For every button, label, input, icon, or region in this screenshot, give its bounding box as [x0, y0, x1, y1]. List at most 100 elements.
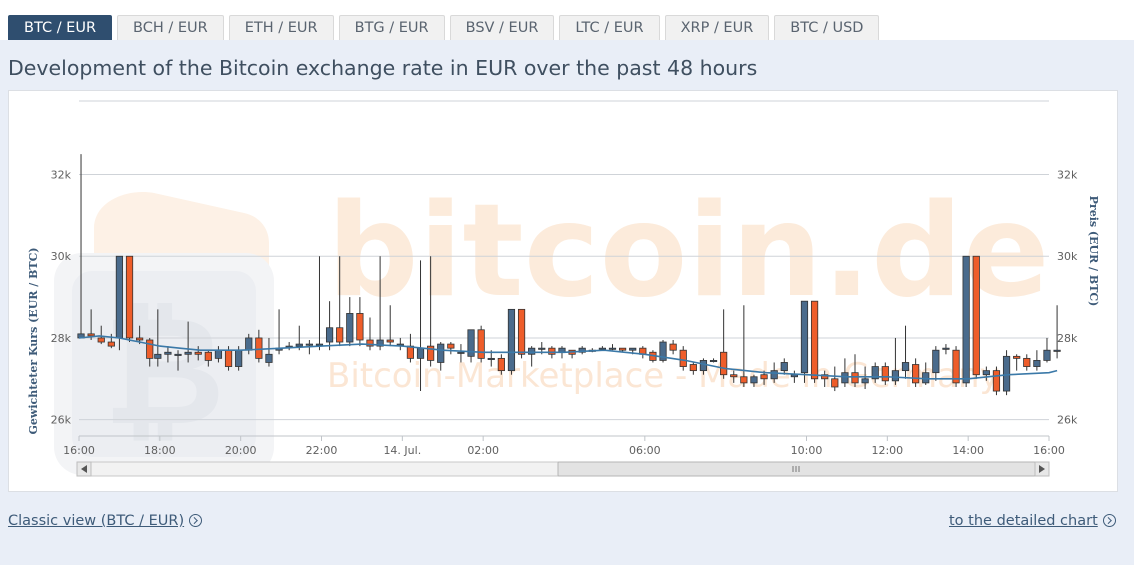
x-tick-label: 06:00	[629, 444, 661, 457]
x-tick-label: 22:00	[306, 444, 338, 457]
candle-body	[528, 347, 536, 355]
page-title: Development of the Bitcoin exchange rate…	[8, 56, 758, 80]
candle-body	[295, 343, 303, 347]
candle	[972, 255, 980, 379]
y-tick-label-left: 26k	[51, 414, 72, 427]
candle-body	[416, 347, 425, 359]
candle	[992, 366, 1001, 396]
candle-body	[770, 370, 778, 380]
tab-ltc-eur[interactable]: LTC / EUR	[559, 15, 660, 40]
candle	[1013, 354, 1021, 371]
tab-bch-eur[interactable]: BCH / EUR	[117, 15, 224, 40]
candle	[1023, 354, 1031, 371]
candle-body	[709, 360, 718, 363]
candle-body	[447, 343, 455, 349]
watermark-logo-icon: ₿	[54, 192, 274, 475]
y-tick-label-left: 28k	[51, 332, 72, 345]
candle-body	[125, 255, 134, 339]
x-tick-label: 10:00	[791, 444, 823, 457]
watermark-tagline: Bitcoin-Marketplace - Made in Germany!	[327, 356, 1013, 396]
candle	[659, 339, 667, 363]
candle-body	[780, 362, 788, 372]
chevron-right-circle-icon	[1102, 514, 1116, 527]
candle-body	[1033, 360, 1041, 367]
y-tick-label-right: 26k	[1057, 414, 1078, 427]
y-tick-label-right: 32k	[1057, 169, 1078, 182]
candle-body	[487, 357, 495, 360]
tab-btc-eur[interactable]: BTC / EUR	[8, 15, 113, 40]
x-tick-label: 14:00	[952, 444, 984, 457]
candle-body	[406, 345, 415, 359]
x-tick-label: 12:00	[871, 444, 903, 457]
candle-body	[87, 333, 95, 337]
candle	[1033, 350, 1041, 371]
x-tick-label: 02:00	[467, 444, 499, 457]
candle-body	[245, 337, 253, 351]
candle-body	[720, 351, 728, 376]
candle	[396, 337, 404, 351]
candle	[669, 339, 677, 355]
candle-body	[136, 337, 144, 341]
candle	[507, 308, 516, 375]
tab-eth-eur[interactable]: ETH / EUR	[228, 15, 334, 40]
candle-body	[356, 313, 364, 341]
candle-body	[750, 376, 758, 384]
candle-body	[507, 308, 516, 372]
candle-body	[235, 349, 243, 367]
candle-body	[881, 366, 889, 382]
candle-body	[265, 353, 273, 363]
candle-body	[689, 364, 697, 372]
candle-body	[184, 351, 192, 355]
x-tick-label: 16:00	[1033, 444, 1065, 457]
candle-body	[107, 341, 115, 347]
candle-body	[1053, 349, 1061, 352]
candle	[1043, 337, 1051, 363]
x-tick-label: 14. Jul.	[383, 444, 421, 457]
candle-body	[1013, 355, 1021, 359]
candle-body	[305, 343, 313, 346]
y-tick-label-left: 32k	[51, 169, 72, 182]
candle-body	[679, 349, 687, 367]
candle-body	[154, 353, 162, 359]
candle-body	[386, 339, 394, 343]
y-tick-label-right: 30k	[1057, 250, 1078, 263]
candle-body	[699, 360, 708, 372]
price-chart: ₿ bitcoin.de Bitcoin-Marketplace - Made …	[27, 100, 1100, 477]
x-tick-label: 16:00	[63, 444, 95, 457]
candle	[962, 255, 970, 387]
candle-body	[255, 337, 263, 359]
candle	[447, 342, 455, 355]
candle	[477, 325, 485, 363]
candle-body	[477, 329, 485, 359]
candle	[578, 346, 586, 355]
candle-body	[669, 343, 677, 351]
candle-body	[325, 327, 334, 343]
watermark: ₿ bitcoin.de Bitcoin-Marketplace - Made …	[54, 177, 1050, 475]
candle	[517, 308, 526, 359]
tab-btc-usd[interactable]: BTC / USD	[774, 15, 880, 40]
candle-body	[437, 343, 445, 363]
candle-body	[1023, 357, 1031, 367]
candle-body	[992, 370, 1001, 392]
candle-body	[517, 308, 526, 355]
candle-body	[214, 349, 223, 359]
navigator-scrollbar[interactable]	[76, 461, 1050, 477]
candle	[952, 346, 960, 387]
detailed-chart-link[interactable]: to the detailed chart	[949, 512, 1116, 529]
candle	[125, 255, 134, 343]
classic-view-link[interactable]: Classic view (BTC / EUR)	[8, 512, 203, 529]
candle-body	[164, 351, 172, 355]
candle-body	[608, 347, 617, 350]
candle-body	[497, 357, 505, 372]
candle-body	[962, 255, 970, 384]
tab-xrp-eur[interactable]: XRP / EUR	[664, 15, 770, 40]
candle	[810, 300, 819, 383]
tab-btg-eur[interactable]: BTG / EUR	[338, 15, 445, 40]
tab-bsv-eur[interactable]: BSV / EUR	[449, 15, 555, 40]
candle-body	[204, 351, 212, 361]
candle-body	[1043, 349, 1051, 361]
candle-body	[336, 327, 344, 343]
candle-body	[861, 378, 869, 384]
y-tick-label-right: 28k	[1057, 332, 1078, 345]
candle	[315, 256, 324, 351]
